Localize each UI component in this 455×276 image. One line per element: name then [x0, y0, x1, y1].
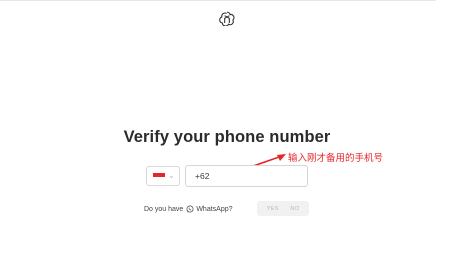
openai-logo-icon — [219, 11, 235, 26]
page-title: Verify your phone number — [123, 128, 331, 146]
whatsapp-question: Do you have WhatsApp? — [144, 202, 233, 216]
no-button[interactable]: NO — [290, 206, 299, 212]
whatsapp-icon — [186, 205, 194, 213]
whatsapp-app-name: WhatsApp? — [196, 205, 233, 213]
phone-number-input[interactable] — [185, 165, 308, 187]
whatsapp-question-prefix: Do you have — [144, 205, 184, 213]
whatsapp-toggle: YES NO — [257, 201, 309, 216]
top-divider — [0, 0, 436, 1]
indonesia-flag-icon — [153, 173, 165, 180]
country-code-select[interactable]: ⌄ — [146, 166, 180, 186]
annotation-text: 输入刚才备用的手机号 — [288, 153, 384, 164]
chevron-down-icon: ⌄ — [168, 171, 175, 180]
yes-button[interactable]: YES — [267, 206, 279, 212]
